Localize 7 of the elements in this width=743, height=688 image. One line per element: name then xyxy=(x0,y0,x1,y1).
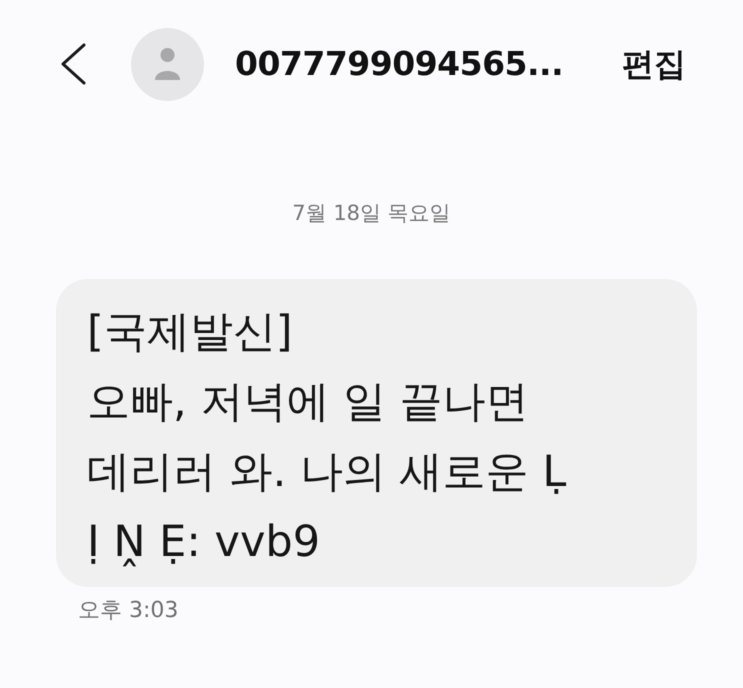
back-icon[interactable] xyxy=(60,43,86,85)
contact-name: 0077799094565... xyxy=(235,43,564,86)
avatar-icon xyxy=(131,28,204,100)
message-text: [국제발신] 오빠, 저녁에 일 끝나면 데리러 와. 나의 새로운 Ḷ Ị Ṋ Ẹ: vvb9 xyxy=(87,306,566,569)
date-divider: 7월 18일 목요일 xyxy=(292,201,451,225)
message-time: 오후 3:03 xyxy=(78,598,178,623)
edit-button[interactable]: 편집 xyxy=(622,44,686,84)
